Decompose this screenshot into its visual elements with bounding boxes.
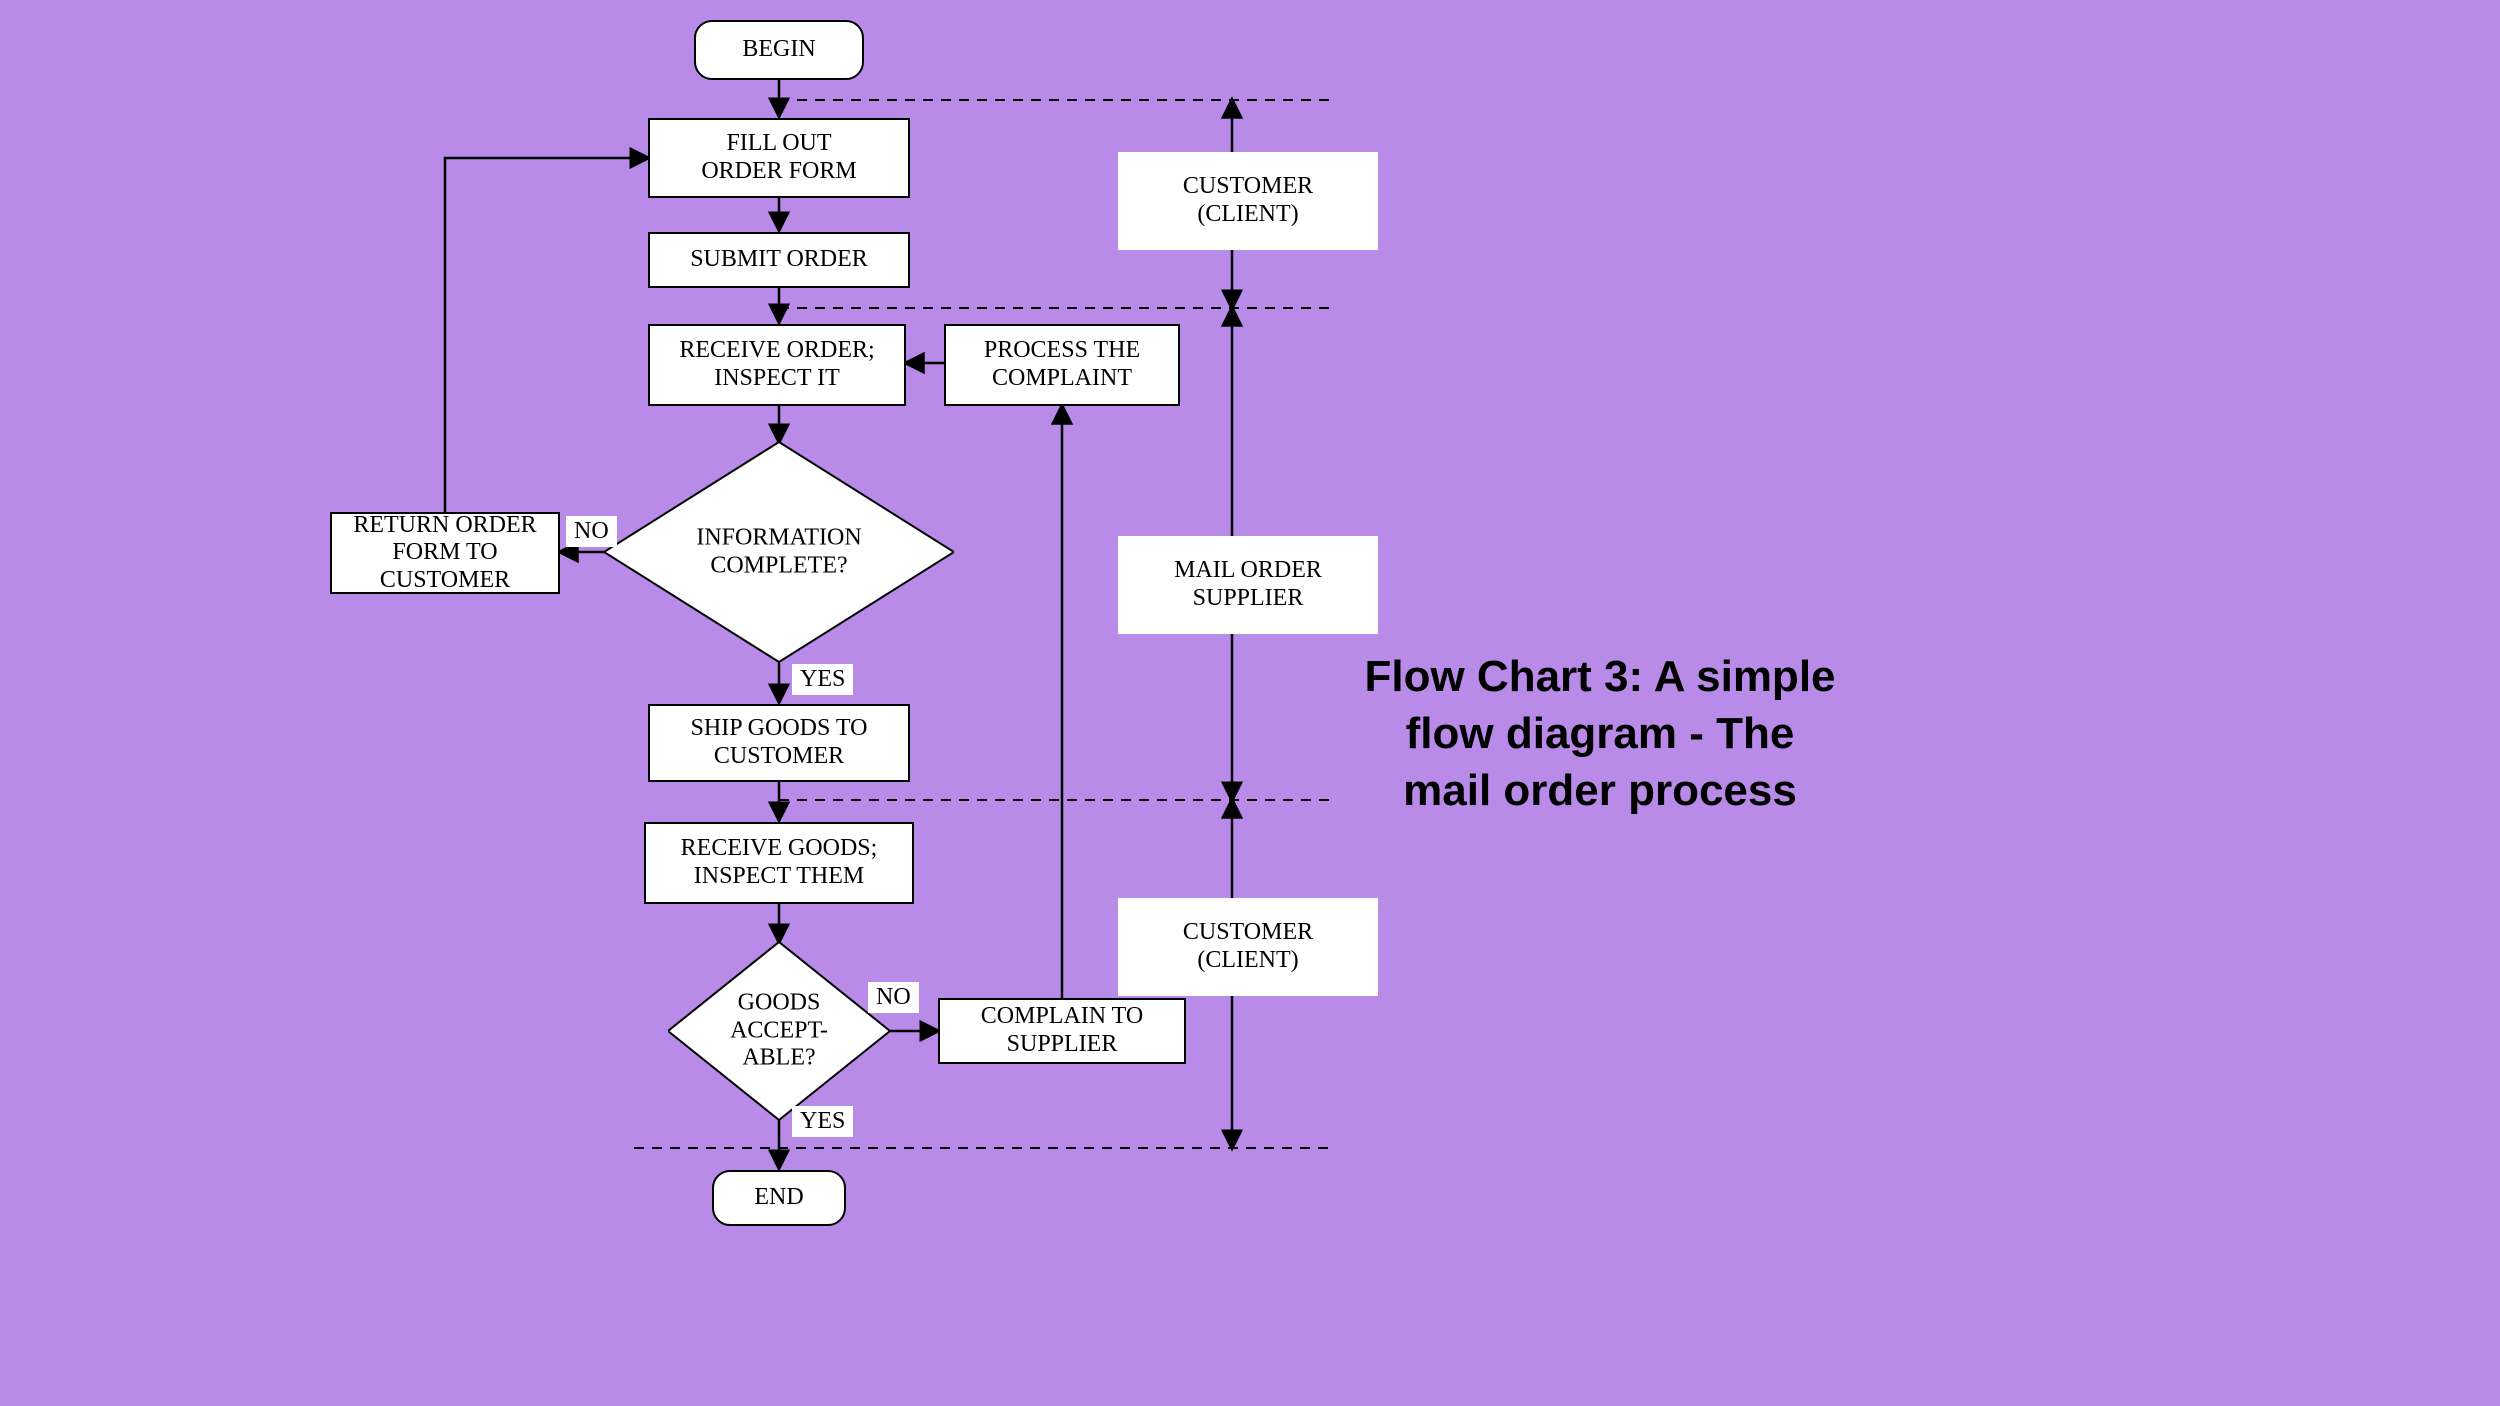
node-complain-text: COMPLAIN TO SUPPLIER <box>981 1003 1143 1058</box>
node-ship-goods-text: SHIP GOODS TO CUSTOMER <box>691 715 868 770</box>
node-process-complaint-text: PROCESS THE COMPLAINT <box>984 337 1140 392</box>
lane-customer-bottom: CUSTOMER (CLIENT) <box>1118 898 1378 996</box>
label-no-2: NO <box>868 982 919 1013</box>
label-yes-2: YES <box>792 1106 853 1137</box>
flowchart-stage: BEGIN FILL OUT ORDER FORM SUBMIT ORDER R… <box>0 0 2500 1406</box>
node-receive-order: RECEIVE ORDER; INSPECT IT <box>648 324 906 406</box>
node-info-complete-text: INFORMATION COMPLETE? <box>604 524 954 579</box>
lane-customer-top-text: CUSTOMER (CLIENT) <box>1183 173 1313 228</box>
node-begin: BEGIN <box>694 20 864 80</box>
node-fill-out: FILL OUT ORDER FORM <box>648 118 910 198</box>
node-receive-goods: RECEIVE GOODS; INSPECT THEM <box>644 822 914 904</box>
node-begin-text: BEGIN <box>742 36 815 64</box>
label-yes-1: YES <box>792 664 853 695</box>
node-submit: SUBMIT ORDER <box>648 232 910 288</box>
node-goods-acceptable: GOODS ACCEPT- ABLE? <box>668 942 890 1120</box>
lane-customer-top: CUSTOMER (CLIENT) <box>1118 152 1378 250</box>
diagram-title: Flow Chart 3: A simple flow diagram - Th… <box>1360 648 1840 820</box>
lane-supplier: MAIL ORDER SUPPLIER <box>1118 536 1378 634</box>
node-receive-order-text: RECEIVE ORDER; INSPECT IT <box>679 337 874 392</box>
lane-supplier-text: MAIL ORDER SUPPLIER <box>1174 557 1322 612</box>
node-complain: COMPLAIN TO SUPPLIER <box>938 998 1186 1064</box>
node-submit-text: SUBMIT ORDER <box>690 246 868 274</box>
node-fill-out-text: FILL OUT ORDER FORM <box>701 130 856 185</box>
node-end: END <box>712 1170 846 1226</box>
node-end-text: END <box>754 1184 803 1212</box>
node-process-complaint: PROCESS THE COMPLAINT <box>944 324 1180 406</box>
node-receive-goods-text: RECEIVE GOODS; INSPECT THEM <box>681 835 878 890</box>
node-return-form-text: RETURN ORDER FORM TO CUSTOMER <box>353 512 536 595</box>
node-ship-goods: SHIP GOODS TO CUSTOMER <box>648 704 910 782</box>
label-no-1: NO <box>566 516 617 547</box>
node-goods-acceptable-text: GOODS ACCEPT- ABLE? <box>668 990 890 1073</box>
node-info-complete: INFORMATION COMPLETE? <box>604 442 954 662</box>
lane-customer-bottom-text: CUSTOMER (CLIENT) <box>1183 919 1313 974</box>
node-return-form: RETURN ORDER FORM TO CUSTOMER <box>330 512 560 594</box>
